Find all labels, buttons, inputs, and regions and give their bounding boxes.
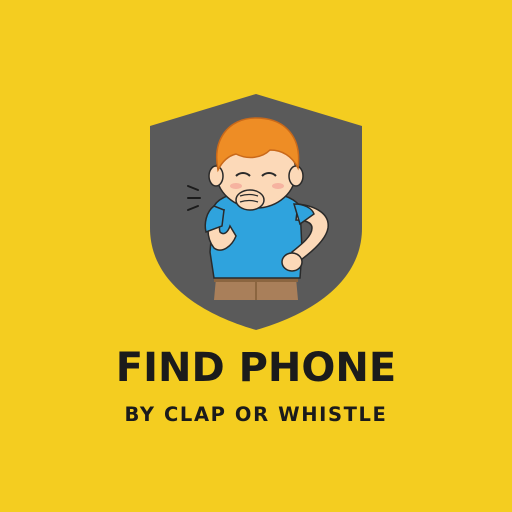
app-subtitle: BY CLAP OR WHISTLE xyxy=(124,403,388,426)
app-title: FIND PHONE xyxy=(115,345,397,391)
app-emblem xyxy=(150,94,362,330)
app-icon-canvas: { "app": { "title": "FIND PHONE", "subti… xyxy=(0,0,512,512)
